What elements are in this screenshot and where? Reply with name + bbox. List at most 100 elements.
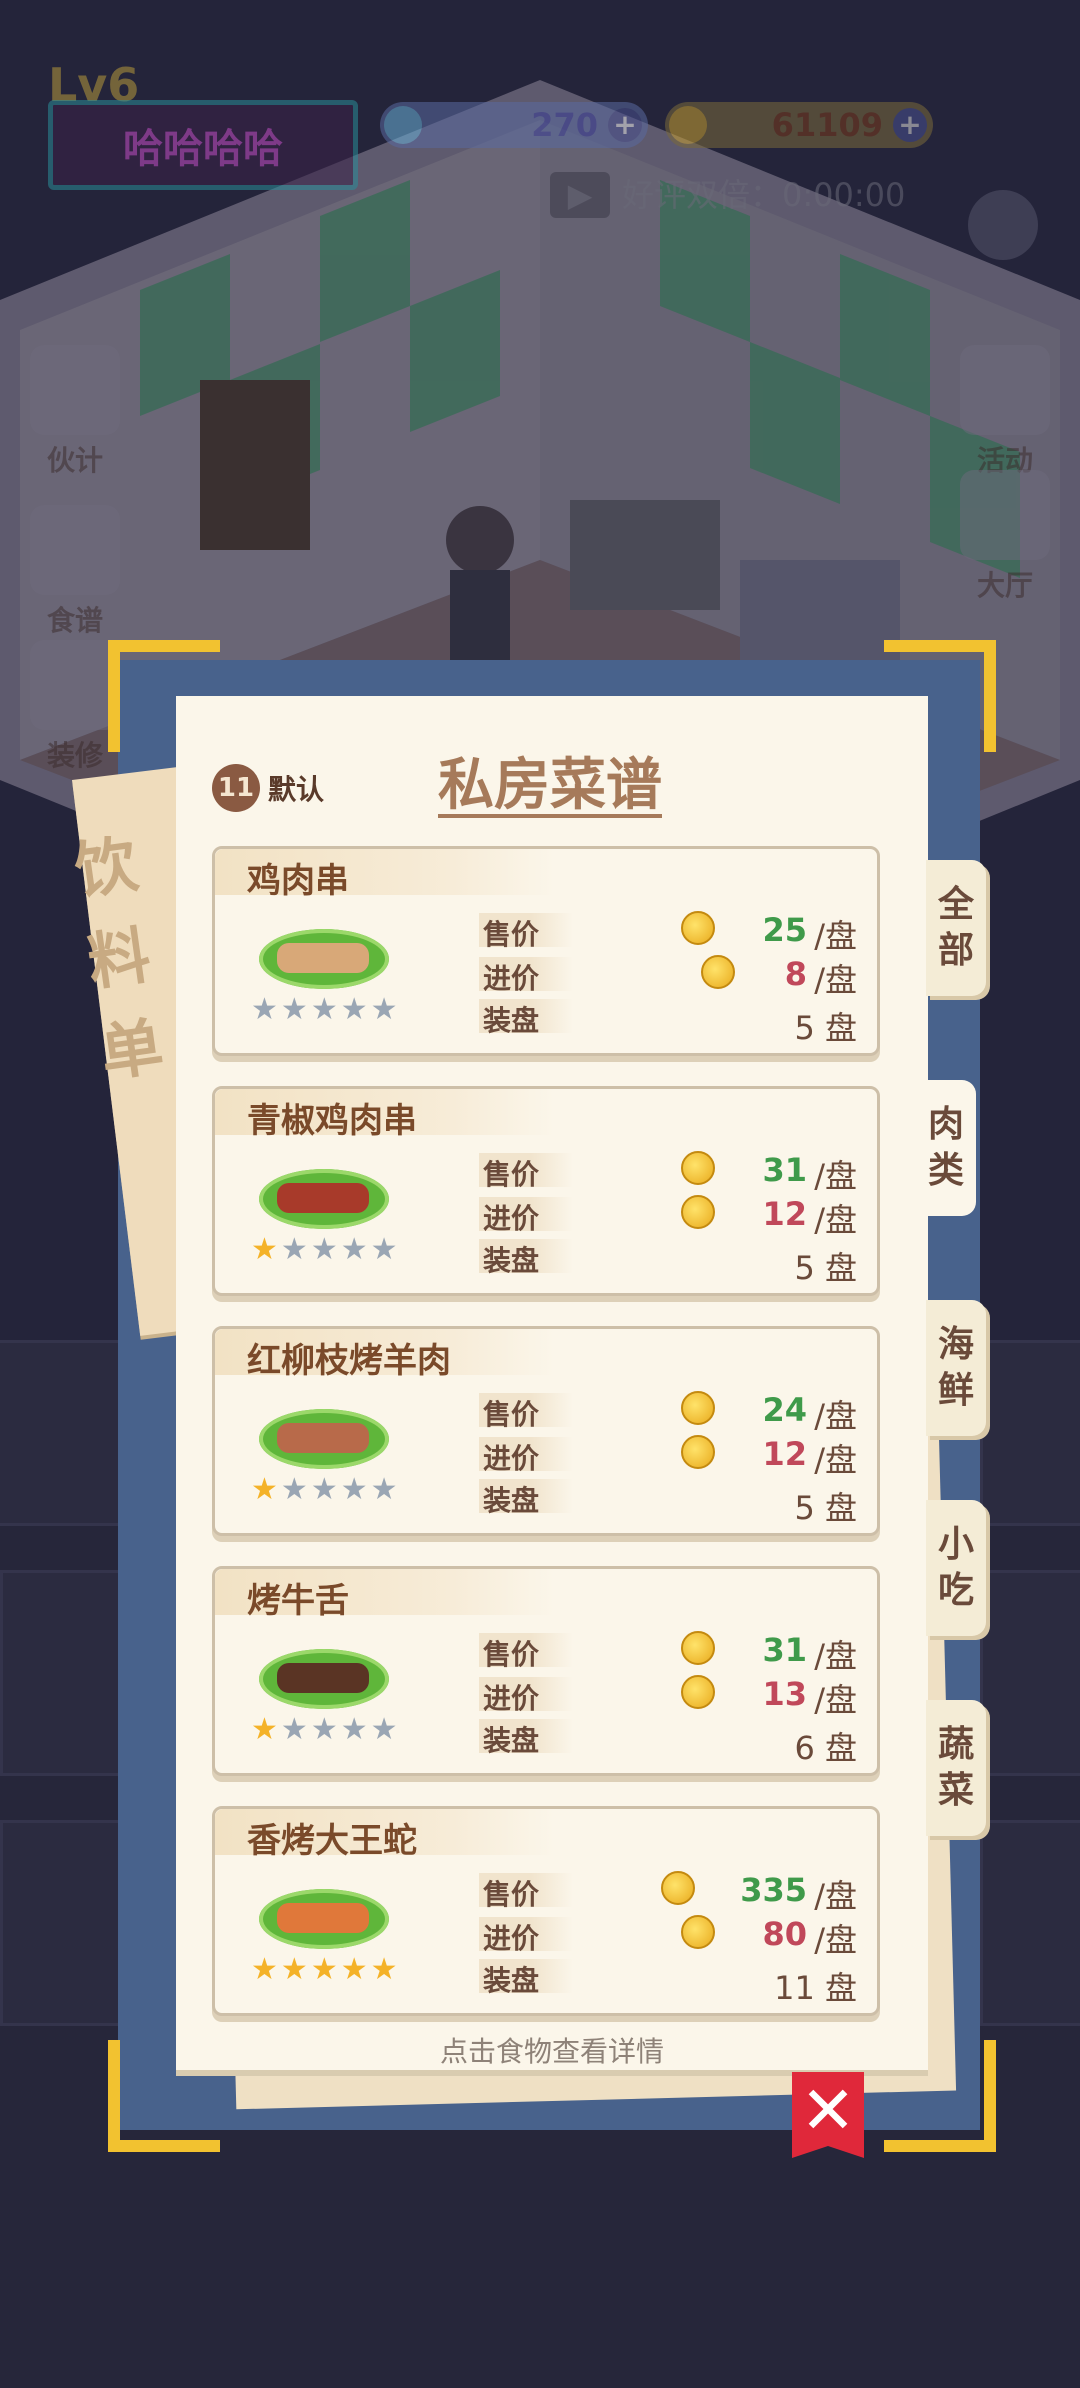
add-coins-icon[interactable]: +: [893, 108, 927, 142]
tab-seafood[interactable]: 海鲜: [926, 1300, 986, 1436]
star-filled-icon: ★: [251, 1952, 278, 1987]
bonus-timer: 好评双倍：0:00:00: [622, 176, 906, 214]
sort-icon: 11: [212, 764, 260, 812]
dish-cost: 12: [762, 1435, 807, 1473]
dish-plates: 5 盘: [794, 1249, 857, 1287]
tab-snacks[interactable]: 小吃: [926, 1500, 986, 1636]
tab-all[interactable]: 全部: [926, 860, 986, 996]
star-empty-icon: ★: [370, 1232, 398, 1267]
dish-food: [277, 1663, 369, 1693]
table-icon: [30, 640, 120, 730]
gem-icon: [384, 106, 422, 144]
hall-icon: [960, 470, 1050, 560]
cost-label: 进价: [479, 1677, 573, 1715]
plates-label: 装盘: [479, 1959, 573, 1997]
dish-food: [277, 943, 369, 973]
price-unit: /盘: [814, 1637, 857, 1675]
coin-counter[interactable]: 61109 +: [665, 102, 933, 148]
coin-icon: [681, 1391, 715, 1425]
cost-unit: /盘: [814, 961, 857, 999]
dish-stars: ★ ★ ★ ★ ★: [251, 1955, 398, 1985]
star-empty-icon: ★: [310, 992, 338, 1027]
cost-label: 进价: [479, 1437, 573, 1475]
plates-label: 装盘: [479, 1479, 573, 1517]
tab-meat-label: 肉类: [927, 1104, 964, 1191]
settings-gear-icon[interactable]: [968, 190, 1038, 260]
star-empty-icon: ★: [340, 1472, 368, 1507]
double-bonus[interactable]: ▶ 好评双倍：0:00:00: [550, 170, 905, 218]
star-empty-icon: ★: [310, 1472, 338, 1507]
dish-name: 红柳枝烤羊肉: [247, 1341, 451, 1381]
tab-vegetables-label: 蔬菜: [937, 1724, 974, 1811]
calendar-icon: [960, 345, 1050, 435]
star-filled-icon: ★: [251, 1712, 278, 1747]
dish-cost: 13: [762, 1675, 807, 1713]
play-video-icon[interactable]: ▶: [550, 172, 610, 218]
dish-plates: 6 盘: [794, 1729, 857, 1767]
dish-price: 31: [762, 1631, 807, 1669]
price-unit: /盘: [814, 1157, 857, 1195]
floor-tile: [980, 1570, 1080, 1776]
cost-label: 进价: [479, 957, 573, 995]
dish-plates: 5 盘: [794, 1489, 857, 1527]
coin-icon: [681, 1631, 715, 1665]
dish-stars: ★ ★ ★ ★ ★: [251, 1475, 398, 1505]
cost-label: 进价: [479, 1197, 573, 1235]
star-empty-icon: ★: [370, 992, 398, 1027]
coin-icon: [681, 1915, 715, 1949]
coin-icon: [701, 955, 735, 989]
gem-counter[interactable]: 270 +: [380, 102, 648, 148]
dish-card[interactable]: 烤牛舌 ★ ★ ★ ★ ★ 售价 进价 装盘 31 /盘 13 /盘 6 盘: [212, 1566, 880, 1776]
price-label: 售价: [479, 1393, 573, 1431]
staff-button[interactable]: 伙计: [20, 345, 130, 479]
gem-count: 270: [531, 106, 598, 144]
close-button[interactable]: ✕: [792, 2072, 864, 2158]
dish-stars: ★ ★ ★ ★ ★: [251, 1235, 398, 1265]
recipe-button[interactable]: 食谱: [20, 505, 130, 639]
dish-cost: 8: [784, 955, 807, 993]
dish-price: 31: [762, 1151, 807, 1189]
add-gems-icon[interactable]: +: [608, 108, 642, 142]
decorate-label: 装修: [46, 739, 103, 772]
cost-unit: /盘: [814, 1201, 857, 1239]
default-sort-button[interactable]: 11 默认: [212, 764, 324, 812]
tab-meat[interactable]: 肉类: [916, 1080, 976, 1216]
hall-button[interactable]: 大厅: [950, 470, 1060, 604]
star-filled-icon: ★: [251, 1232, 278, 1267]
coin-icon: [681, 1195, 715, 1229]
price-label: 售价: [479, 913, 573, 951]
dish-card[interactable]: 青椒鸡肉串 ★ ★ ★ ★ ★ 售价 进价 装盘 31 /盘 12 /盘 5 盘: [212, 1086, 880, 1296]
dish-price: 24: [762, 1391, 807, 1429]
dish-price: 335: [740, 1871, 807, 1909]
cost-unit: /盘: [814, 1681, 857, 1719]
dish-image: [249, 1399, 399, 1477]
dish-food: [277, 1423, 369, 1453]
price-unit: /盘: [814, 917, 857, 955]
floor-tile: [980, 1340, 1080, 1526]
dish-name: 烤牛舌: [247, 1581, 349, 1621]
tab-snacks-label: 小吃: [937, 1524, 974, 1611]
dish-cost: 12: [762, 1195, 807, 1233]
star-empty-icon: ★: [370, 1472, 398, 1507]
detail-hint: 点击食物查看详情: [439, 2035, 664, 2068]
dish-card[interactable]: 鸡肉串 ★ ★ ★ ★ ★ 售价 进价 装盘 25 /盘 8 /盘 5 盘: [212, 846, 880, 1056]
hall-label: 大厅: [976, 569, 1033, 602]
events-button[interactable]: 活动: [950, 345, 1060, 479]
dish-card[interactable]: 红柳枝烤羊肉 ★ ★ ★ ★ ★ 售价 进价 装盘 24 /盘 12 /盘 5 盘: [212, 1326, 880, 1536]
player-name[interactable]: 哈哈哈哈: [48, 100, 358, 190]
star-empty-icon: ★: [340, 1712, 368, 1747]
star-empty-icon: ★: [280, 1472, 308, 1507]
star-filled-icon: ★: [370, 1952, 398, 1987]
tab-seafood-label: 海鲜: [937, 1324, 974, 1411]
tab-vegetables[interactable]: 蔬菜: [926, 1700, 986, 1836]
dish-food: [277, 1903, 369, 1933]
dish-price: 25: [762, 911, 807, 949]
plates-label: 装盘: [479, 999, 573, 1037]
star-empty-icon: ★: [280, 1712, 308, 1747]
dish-card[interactable]: 香烤大王蛇 ★ ★ ★ ★ ★ 售价 进价 装盘 335 /盘 80 /盘 11 盘: [212, 1806, 880, 2016]
star-filled-icon: ★: [280, 1952, 308, 1987]
price-label: 售价: [479, 1633, 573, 1671]
dish-food: [277, 1183, 369, 1213]
cost-unit: /盘: [814, 1441, 857, 1479]
dish-image: [249, 1879, 399, 1957]
